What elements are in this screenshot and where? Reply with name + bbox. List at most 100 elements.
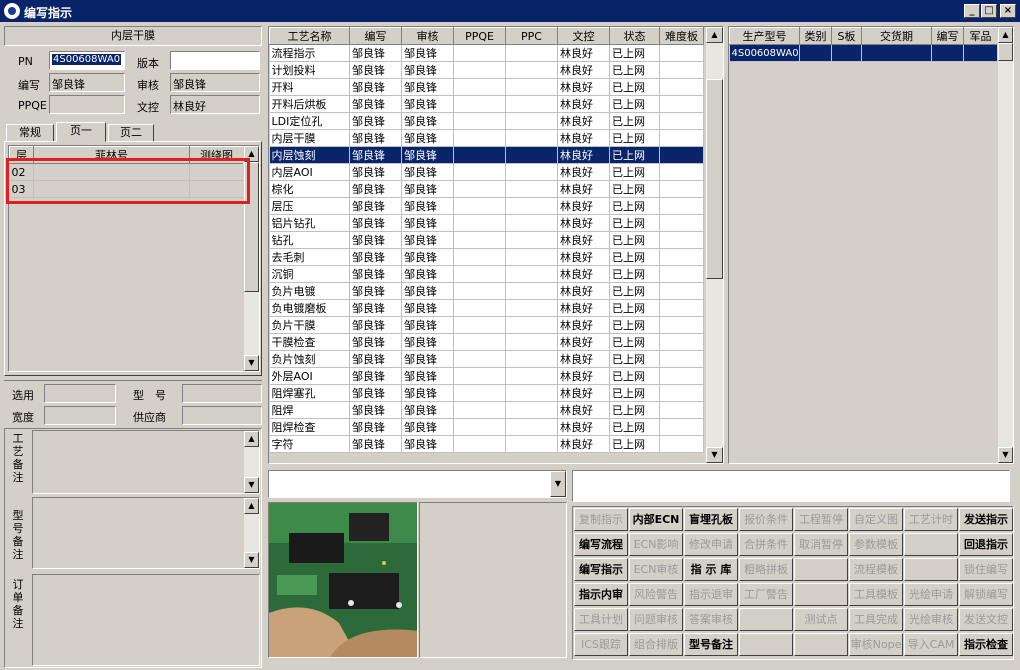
action-button[interactable] bbox=[904, 533, 958, 556]
action-button[interactable]: 参数模板 bbox=[849, 533, 903, 556]
process-col-header[interactable]: PPC bbox=[505, 27, 558, 45]
product-col-header[interactable]: S板 bbox=[831, 27, 862, 45]
process-col-header[interactable]: 编写 bbox=[349, 27, 402, 45]
action-button[interactable]: 工具完成 bbox=[849, 608, 903, 631]
product-col-header[interactable]: 生产型号 bbox=[729, 27, 800, 45]
reviewer-field[interactable]: 邹良锋 bbox=[170, 73, 260, 92]
action-button[interactable] bbox=[739, 633, 793, 656]
table-row[interactable]: 负电镀磨板 邹良锋 邹良锋 林良好 已上网 bbox=[269, 299, 704, 317]
table-row[interactable]: 内层干膜 邹良锋 邹良锋 林良好 已上网 bbox=[269, 129, 704, 147]
action-button[interactable]: 指示检查 bbox=[959, 633, 1013, 656]
action-button[interactable]: 解锁编写 bbox=[959, 583, 1013, 606]
chevron-down-icon[interactable]: ▼ bbox=[550, 471, 566, 497]
table-row[interactable]: 干膜检查 邹良锋 邹良锋 林良好 已上网 bbox=[269, 333, 704, 351]
table-row[interactable]: LDI定位孔 邹良锋 邹良锋 林良好 已上网 bbox=[269, 112, 704, 130]
action-button[interactable] bbox=[739, 608, 793, 631]
table-row[interactable]: 内层AOI 邹良锋 邹良锋 林良好 已上网 bbox=[269, 163, 704, 181]
action-button[interactable]: 发送文控 bbox=[959, 608, 1013, 631]
action-button[interactable]: 合拼条件 bbox=[739, 533, 793, 556]
action-button[interactable]: 风险警告 bbox=[629, 583, 683, 606]
scroll-down-icon[interactable]: ▼ bbox=[244, 355, 259, 371]
action-button[interactable]: 发送指示 bbox=[959, 508, 1013, 531]
scroll-up-icon[interactable]: ▲ bbox=[244, 498, 259, 514]
model-field[interactable] bbox=[182, 384, 262, 403]
product-col-header[interactable]: 军品 bbox=[963, 27, 998, 45]
table-row[interactable]: 铝片钻孔 邹良锋 邹良锋 林良好 已上网 bbox=[269, 214, 704, 232]
action-button[interactable]: 回退指示 bbox=[959, 533, 1013, 556]
action-button[interactable]: 编写指示 bbox=[574, 558, 628, 581]
table-row[interactable]: 开料 邹良锋 邹良锋 林良好 已上网 bbox=[269, 78, 704, 96]
action-button[interactable]: 指示退审 bbox=[684, 583, 738, 606]
table-row[interactable]: 流程指示 邹良锋 邹良锋 林良好 已上网 bbox=[269, 44, 704, 62]
scroll-up-icon[interactable]: ▲ bbox=[706, 27, 723, 43]
action-button[interactable]: 工具模板 bbox=[849, 583, 903, 606]
scroll-down-icon[interactable]: ▼ bbox=[998, 447, 1013, 463]
action-button[interactable]: 组合排版 bbox=[629, 633, 683, 656]
action-button[interactable]: 粗略拼板 bbox=[739, 558, 793, 581]
product-col-header[interactable]: 类别 bbox=[799, 27, 832, 45]
width-field[interactable] bbox=[44, 406, 116, 425]
action-button[interactable]: 自定义图 bbox=[849, 508, 903, 531]
doc-control-field[interactable]: 林良好 bbox=[170, 95, 260, 114]
model-note-field[interactable]: ▲ ▼ bbox=[32, 497, 260, 569]
message-field[interactable] bbox=[572, 470, 1010, 502]
version-field[interactable] bbox=[170, 51, 260, 70]
action-button[interactable]: 锁住编写 bbox=[959, 558, 1013, 581]
scroll-down-icon[interactable]: ▼ bbox=[706, 447, 723, 463]
action-button[interactable]: 审核Nope bbox=[849, 633, 903, 656]
minimize-button[interactable]: _ bbox=[964, 4, 980, 18]
table-row[interactable]: 棕化 邹良锋 邹良锋 林良好 已上网 bbox=[269, 180, 704, 198]
action-button[interactable]: 工具计划 bbox=[574, 608, 628, 631]
action-button[interactable]: ECN审核 bbox=[629, 558, 683, 581]
action-button[interactable]: 型号备注 bbox=[684, 633, 738, 656]
close-button[interactable]: × bbox=[1000, 4, 1016, 18]
scroll-thumb[interactable] bbox=[998, 43, 1013, 61]
tab-page-one[interactable]: 页一 bbox=[56, 122, 106, 142]
table-row[interactable]: 计划投料 邹良锋 邹良锋 林良好 已上网 bbox=[269, 61, 704, 79]
ppqe-field[interactable] bbox=[49, 95, 125, 114]
table-row[interactable]: 开料后烘板 邹良锋 邹良锋 林良好 已上网 bbox=[269, 95, 704, 113]
scroll-up-icon[interactable]: ▲ bbox=[998, 27, 1013, 43]
scroll-thumb[interactable] bbox=[706, 79, 723, 279]
action-button[interactable]: 答案审核 bbox=[684, 608, 738, 631]
action-button[interactable]: 内部ECN bbox=[629, 508, 683, 531]
action-button[interactable]: 指示内审 bbox=[574, 583, 628, 606]
action-button[interactable] bbox=[794, 583, 848, 606]
scroll-down-icon[interactable]: ▼ bbox=[244, 552, 259, 568]
action-button[interactable]: 流程模板 bbox=[849, 558, 903, 581]
action-button[interactable] bbox=[904, 558, 958, 581]
process-col-header[interactable]: 难度板 bbox=[659, 27, 704, 45]
action-button[interactable]: 工厂警告 bbox=[739, 583, 793, 606]
table-row[interactable]: 阻焊塞孔 邹良锋 邹良锋 林良好 已上网 bbox=[269, 384, 704, 402]
supplier-field[interactable] bbox=[182, 406, 262, 425]
table-row[interactable]: 沉铜 邹良锋 邹良锋 林良好 已上网 bbox=[269, 265, 704, 283]
process-col-header[interactable]: 工艺名称 bbox=[269, 27, 350, 45]
table-row[interactable]: 负片电镀 邹良锋 邹良锋 林良好 已上网 bbox=[269, 282, 704, 300]
select-field[interactable] bbox=[44, 384, 116, 403]
process-note-field[interactable]: ▲ ▼ bbox=[32, 430, 260, 494]
table-row[interactable]: 内层蚀刻 邹良锋 邹良锋 林良好 已上网 bbox=[269, 146, 704, 164]
table-row[interactable]: 阻焊检查 邹良锋 邹良锋 林良好 已上网 bbox=[269, 418, 704, 436]
action-button[interactable]: 指 示 库 bbox=[684, 558, 738, 581]
action-button[interactable]: 修改申请 bbox=[684, 533, 738, 556]
model-note-scrollbar[interactable]: ▲ ▼ bbox=[243, 498, 259, 568]
table-row[interactable]: 负片蚀刻 邹良锋 邹良锋 林良好 已上网 bbox=[269, 350, 704, 368]
action-button[interactable]: 测试点 bbox=[794, 608, 848, 631]
action-button[interactable]: 盲埋孔板 bbox=[684, 508, 738, 531]
process-col-header[interactable]: 审核 bbox=[401, 27, 454, 45]
process-col-header[interactable]: 文控 bbox=[557, 27, 610, 45]
process-combo[interactable]: ▼ bbox=[268, 470, 567, 498]
table-row[interactable]: 阻焊 邹良锋 邹良锋 林良好 已上网 bbox=[269, 401, 704, 419]
order-note-field[interactable] bbox=[32, 574, 260, 666]
process-col-header[interactable]: PPQE bbox=[453, 27, 506, 45]
scroll-up-icon[interactable]: ▲ bbox=[244, 431, 259, 447]
table-row[interactable]: 4S00608WA0 bbox=[729, 44, 998, 62]
action-button[interactable]: 报价条件 bbox=[739, 508, 793, 531]
scroll-down-icon[interactable]: ▼ bbox=[244, 477, 259, 493]
tab-general[interactable]: 常规 bbox=[6, 124, 54, 142]
product-table-scrollbar[interactable]: ▲ ▼ bbox=[997, 27, 1013, 463]
action-button[interactable]: 取消暂停 bbox=[794, 533, 848, 556]
table-row[interactable]: 负片干膜 邹良锋 邹良锋 林良好 已上网 bbox=[269, 316, 704, 334]
writer-field[interactable]: 邹良锋 bbox=[49, 73, 125, 92]
table-row[interactable]: 钻孔 邹良锋 邹良锋 林良好 已上网 bbox=[269, 231, 704, 249]
